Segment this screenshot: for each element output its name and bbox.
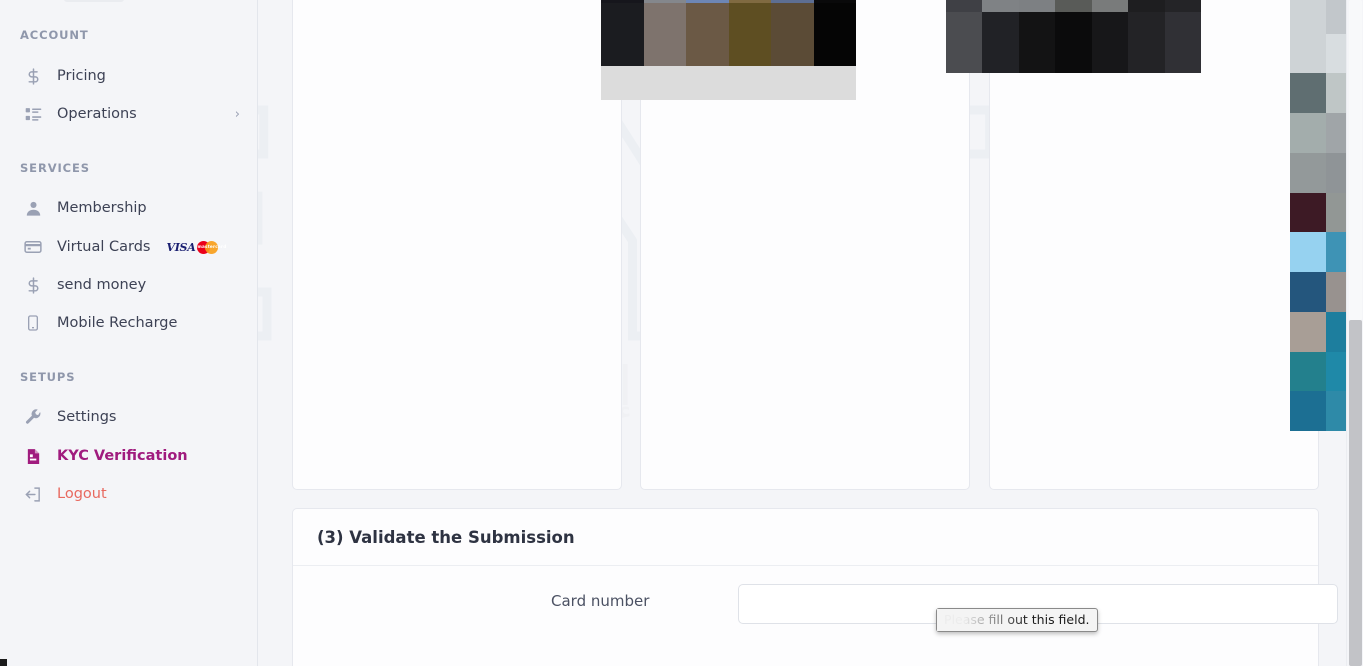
sidebar-item-logout[interactable]: Logout [0, 475, 257, 513]
image-pixel [982, 11, 1019, 73]
image-pixel [1091, 0, 1129, 12]
image-pixel [982, 0, 1019, 12]
sidebar-item-pricing[interactable]: Pricing [0, 57, 257, 95]
document-front-bottom-strip [601, 66, 856, 100]
document-back-preview [946, 0, 1201, 73]
image-pixel [1164, 11, 1201, 73]
image-pixel [1290, 391, 1327, 431]
image-pixel [1290, 232, 1327, 272]
image-pixel [1091, 11, 1129, 73]
image-pixel [771, 3, 814, 66]
scrollbar-track[interactable] [1349, 0, 1362, 320]
wrench-icon [20, 408, 46, 426]
sidebar-item-label: Virtual Cards [57, 239, 151, 255]
main-content: EGYTECH إيجي تك إيجي تك إيجي (3) Validat… [258, 0, 1363, 666]
image-pixel [1128, 11, 1165, 73]
image-pixel [1290, 351, 1327, 392]
sidebar-item-membership[interactable]: Membership [0, 189, 257, 227]
image-pixel [1128, 0, 1165, 12]
sidebar-item-send-money[interactable]: send money [0, 266, 257, 304]
upload-card-selfie[interactable] [989, 0, 1319, 490]
panel-header: (3) Validate the Submission [293, 509, 1318, 566]
sidebar-item-label: Mobile Recharge [57, 315, 178, 331]
document-front-preview [601, 0, 856, 100]
sidebar-item-virtual-cards[interactable]: Virtual Cards VISA mastercard [0, 228, 257, 266]
document-back-pixels [946, 0, 1201, 73]
image-pixel [1018, 11, 1056, 73]
sidebar-item-label: send money [57, 277, 147, 293]
panel-title: (3) Validate the Submission [317, 527, 575, 547]
dollar-icon [20, 276, 46, 294]
visa-mastercard-logo: VISA mastercard [166, 240, 227, 254]
image-pixel [686, 3, 729, 66]
upload-card-document-front[interactable] [292, 0, 622, 490]
sidebar-group-title-services: SERVICES [20, 161, 90, 175]
image-pixel [1018, 0, 1056, 12]
sidebar-group-title-account: ACCOUNT [20, 28, 89, 42]
image-pixel [946, 0, 983, 12]
page-scrollbar[interactable] [1346, 0, 1363, 666]
sidebar-item-kyc-verification[interactable]: KYC Verification [0, 437, 257, 475]
image-pixel [1164, 0, 1201, 12]
sidebar-item-operations[interactable]: Operations › [0, 95, 257, 133]
image-pixel [1290, 192, 1327, 233]
sidebar-item-label: Logout [57, 486, 107, 502]
dollar-icon [20, 67, 46, 85]
mastercard-label: mastercard [197, 244, 227, 249]
viewport-corner-mark [0, 659, 7, 666]
image-pixel [1055, 0, 1092, 12]
image-pixel [1290, 0, 1327, 34]
sidebar-item-settings[interactable]: Settings [0, 398, 257, 436]
image-pixel [1290, 113, 1327, 153]
visa-logo: VISA [166, 240, 196, 254]
validation-tooltip-text: Please fill out this field. [944, 612, 1090, 627]
image-pixel [813, 3, 856, 66]
image-pixel [1290, 73, 1327, 113]
image-pixel [1290, 311, 1327, 352]
document-front-pixels [601, 0, 856, 66]
logout-icon [20, 486, 46, 503]
validate-submission-panel: (3) Validate the Submission Card number … [292, 508, 1338, 666]
user-icon [20, 200, 46, 217]
panel-body: Card number Submit for Confirmation [293, 566, 1338, 666]
image-pixel [946, 11, 983, 73]
image-pixel [728, 3, 771, 66]
image-pixel [1055, 11, 1092, 73]
mobile-icon [20, 315, 46, 331]
app-root: ACCOUNT Pricing Operations › SERVICES Members… [0, 0, 1363, 666]
sidebar-item-label: KYC Verification [57, 448, 188, 464]
sidebar-item-label: Settings [57, 409, 117, 425]
sidebar-item-label: Operations [57, 106, 137, 122]
scrollbar-thumb[interactable] [1349, 319, 1362, 666]
document-icon [20, 448, 46, 465]
image-pixel [1290, 152, 1327, 193]
sidebar-item-label: Pricing [57, 68, 106, 84]
sidebar-cutoff-item [64, 0, 124, 2]
chevron-right-icon: › [234, 106, 240, 122]
card-number-label: Card number [551, 592, 650, 610]
credit-card-icon [20, 238, 46, 256]
sidebar-item-mobile-recharge[interactable]: Mobile Recharge [0, 304, 257, 342]
list-icon [20, 106, 46, 123]
sidebar-item-label: Membership [57, 200, 147, 216]
sidebar: ACCOUNT Pricing Operations › SERVICES Members… [0, 0, 258, 666]
image-pixel [1290, 33, 1327, 74]
sidebar-group-title-setups: SETUPS [20, 370, 76, 384]
validation-tooltip: Please fill out this field. [936, 608, 1098, 632]
image-pixel [1290, 272, 1327, 312]
image-pixel [601, 3, 644, 66]
mastercard-logo: mastercard [197, 240, 227, 254]
image-pixel [643, 3, 686, 66]
